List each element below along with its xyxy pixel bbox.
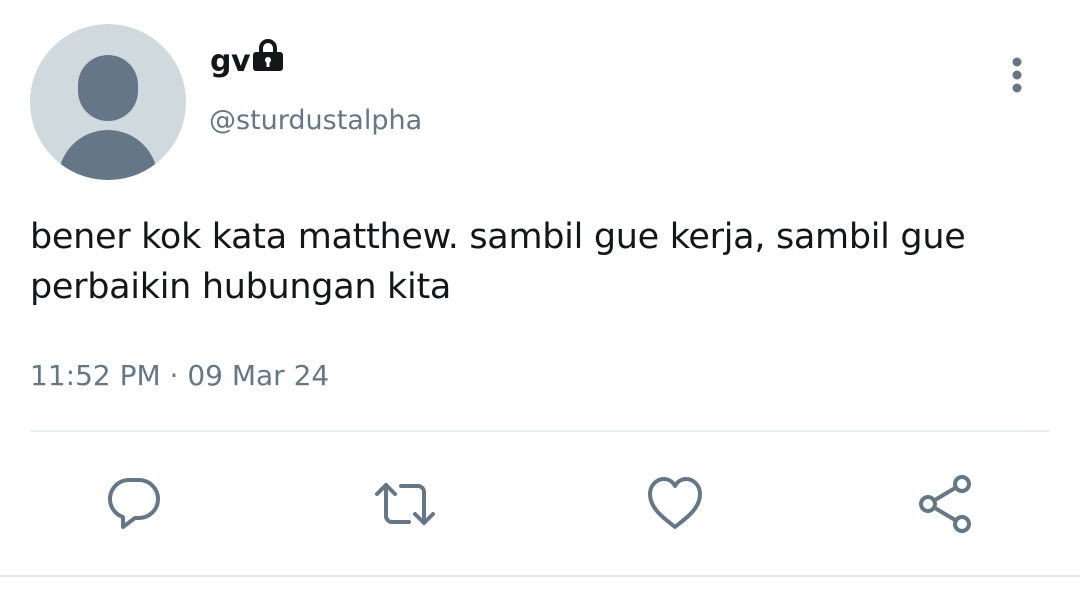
tweet-timestamp[interactable]: 11:52 PM · 09 Mar 24 (30, 357, 329, 395)
display-name[interactable]: gv (210, 42, 251, 82)
more-vertical-icon[interactable] (1004, 55, 1030, 95)
heart-icon (648, 477, 702, 529)
retweet-button[interactable] (373, 472, 437, 536)
divider (30, 430, 1050, 432)
avatar[interactable] (30, 24, 186, 180)
avatar-shoulders-shape (58, 130, 158, 180)
like-button[interactable] (643, 472, 707, 536)
share-button[interactable] (913, 472, 977, 536)
bottom-divider (0, 575, 1080, 577)
lock-icon (253, 39, 283, 71)
tweet-text: bener kok kata matthew. sambil gue kerja… (30, 217, 966, 307)
user-handle[interactable]: @sturdustalpha (209, 103, 422, 139)
reply-icon (108, 478, 160, 529)
avatar-head-shape (78, 55, 138, 121)
retweet-icon (375, 483, 435, 525)
share-icon (919, 475, 971, 533)
reply-button[interactable] (101, 472, 165, 536)
